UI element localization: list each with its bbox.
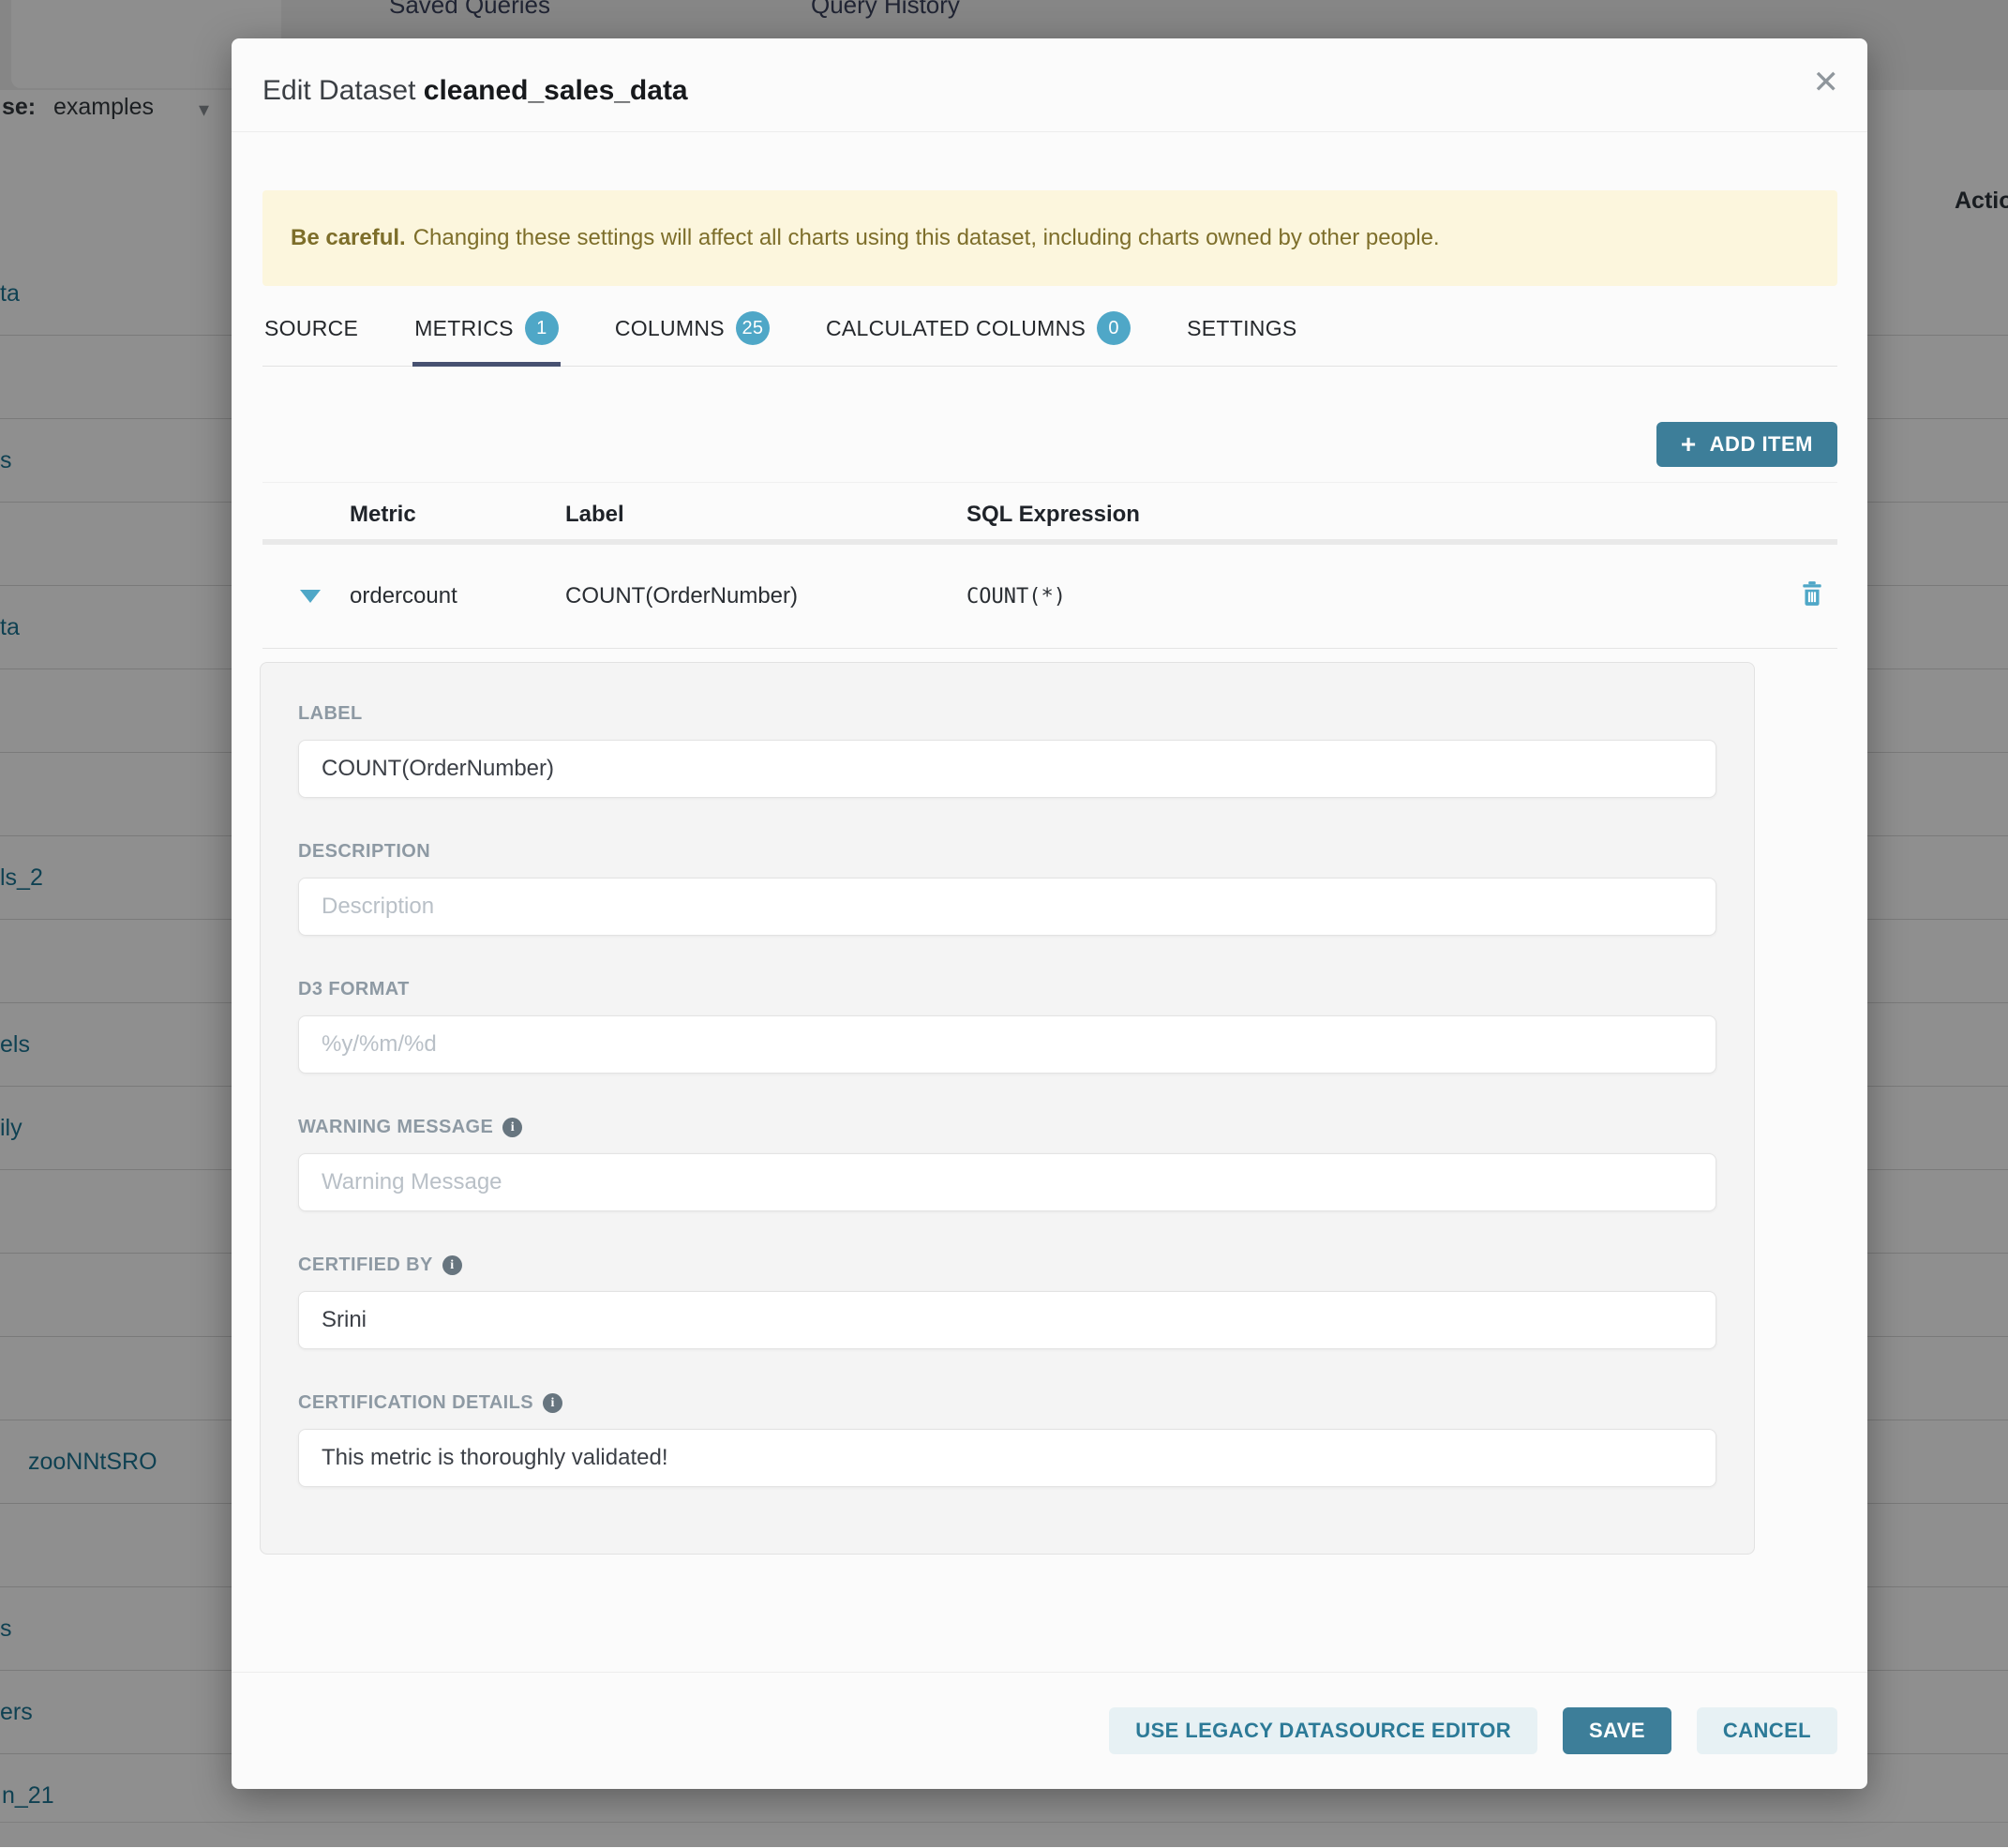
info-icon: i (543, 1393, 562, 1413)
tab-label: SOURCE (264, 316, 358, 341)
description-input[interactable] (298, 878, 1716, 936)
field-label-certification-details: CERTIFICATION DETAILS (298, 1392, 533, 1414)
modal-content: Be careful. Changing these settings will… (232, 132, 1867, 1672)
info-icon: i (442, 1255, 462, 1275)
cancel-button[interactable]: CANCEL (1697, 1707, 1837, 1754)
metrics-table-header: Metric Label SQL Expression (262, 482, 1837, 545)
metric-name-cell: ordercount (350, 583, 565, 609)
certified-by-input[interactable] (298, 1291, 1716, 1349)
tab-count-badge: 0 (1097, 311, 1131, 345)
metrics-table-body: ordercountCOUNT(OrderNumber)COUNT(*) (262, 545, 1837, 649)
field-description: DESCRIPTION (298, 841, 1716, 936)
tab-source[interactable]: SOURCE (262, 311, 360, 366)
column-header-metric: Metric (350, 502, 565, 528)
certification-details-input[interactable] (298, 1429, 1716, 1487)
modal-header: Edit Dataset cleaned_sales_data ✕ (232, 38, 1867, 132)
field-label-certified-by: CERTIFIED BY (298, 1255, 433, 1276)
field-d3-format: D3 FORMAT (298, 979, 1716, 1074)
info-icon: i (502, 1118, 522, 1137)
modal-title-prefix: Edit Dataset (262, 75, 415, 106)
tab-label: SETTINGS (1187, 316, 1296, 341)
expand-caret-icon[interactable] (300, 590, 321, 603)
add-item-button[interactable]: + ADD ITEM (1656, 422, 1837, 467)
tab-metrics[interactable]: METRICS 1 (412, 311, 561, 366)
metric-label-cell: COUNT(OrderNumber) (565, 583, 967, 609)
field-label-description: DESCRIPTION (298, 841, 430, 863)
tab-label: COLUMNS (615, 316, 725, 341)
tab-calculated-columns[interactable]: CALCULATED COLUMNS 0 (824, 311, 1132, 366)
metric-sql-cell: COUNT(*) (967, 585, 1800, 608)
edit-dataset-modal: Edit Dataset cleaned_sales_data ✕ Be car… (232, 38, 1867, 1789)
tab-count-badge: 1 (525, 311, 559, 345)
field-label-warning-message: WARNING MESSAGE (298, 1117, 493, 1138)
metric-row: ordercountCOUNT(OrderNumber)COUNT(*) (262, 545, 1837, 649)
plus-icon: + (1681, 431, 1697, 458)
label-input[interactable] (298, 740, 1716, 798)
field-label-d3-format: D3 FORMAT (298, 979, 410, 1000)
close-icon[interactable]: ✕ (1813, 67, 1840, 98)
tab-columns[interactable]: COLUMNS 25 (613, 311, 772, 366)
field-label-label: LABEL (298, 703, 363, 725)
tab-count-badge: 25 (736, 311, 770, 345)
add-item-row: + ADD ITEM (262, 422, 1837, 467)
d3-format-input[interactable] (298, 1015, 1716, 1074)
tab-settings[interactable]: SETTINGS (1185, 311, 1298, 366)
field-certified-by: CERTIFIED BY i (298, 1255, 1716, 1349)
add-item-label: ADD ITEM (1710, 432, 1813, 457)
warning-message-input[interactable] (298, 1153, 1716, 1211)
modal-title: Edit Dataset cleaned_sales_data (262, 75, 688, 107)
field-certification-details: CERTIFICATION DETAILS i (298, 1392, 1716, 1487)
tab-label: METRICS (414, 316, 514, 341)
warning-banner-text: Changing these settings will affect all … (413, 225, 1440, 251)
column-header-label: Label (565, 502, 967, 528)
tab-label: CALCULATED COLUMNS (826, 316, 1086, 341)
dataset-editor-tabs: SOURCE METRICS 1 COLUMNS 25 CALCULATED COLUMN… (262, 311, 1837, 367)
field-label: LABEL (298, 703, 1716, 798)
field-warning-message: WARNING MESSAGE i (298, 1117, 1716, 1211)
warning-banner: Be careful. Changing these settings will… (262, 190, 1837, 286)
modal-footer: USE LEGACY DATASOURCE EDITOR SAVE CANCEL (232, 1672, 1867, 1789)
modal-title-dataset-name: cleaned_sales_data (424, 75, 688, 106)
warning-banner-bold: Be careful. (291, 225, 406, 251)
column-header-sql-expression: SQL Expression (967, 502, 1800, 528)
metric-editor-panel: LABEL DESCRIPTION D3 FORMAT WARNING MESSAGE… (260, 662, 1755, 1555)
use-legacy-datasource-editor-button[interactable]: USE LEGACY DATASOURCE EDITOR (1109, 1707, 1537, 1754)
trash-icon[interactable] (1800, 580, 1824, 607)
save-button[interactable]: SAVE (1563, 1707, 1671, 1754)
